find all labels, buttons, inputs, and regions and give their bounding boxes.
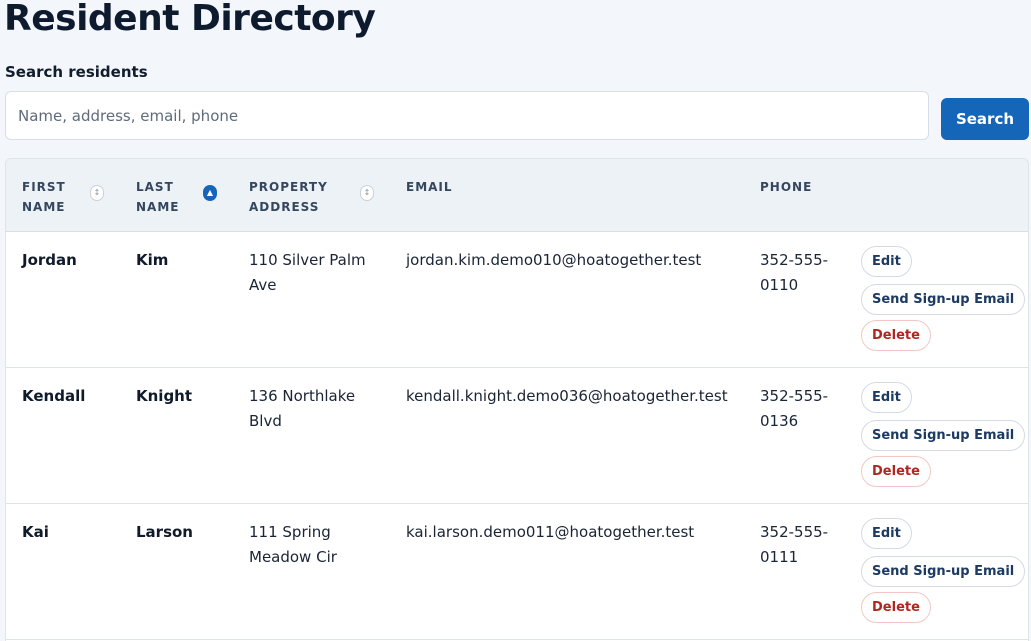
- edit-button[interactable]: Edit: [861, 382, 912, 413]
- column-header-last-name[interactable]: Last Name: [136, 177, 179, 217]
- delete-button[interactable]: Delete: [861, 592, 931, 623]
- edit-button[interactable]: Edit: [861, 246, 912, 277]
- table-header: First Name ↕ Last Name ▲ Property Addres…: [6, 159, 1028, 232]
- table-row: Kendall Knight 136 Northlake Blvd kendal…: [6, 368, 1028, 504]
- last-name-cell: Kim: [136, 251, 169, 269]
- resident-directory-page: Resident Directory Search residents Sear…: [0, 0, 1031, 641]
- address-cell: 136 Northlake Blvd: [249, 387, 356, 430]
- edit-button[interactable]: Edit: [861, 518, 912, 549]
- address-cell: 111 Spring Meadow Cir: [249, 523, 337, 566]
- table-row: Jordan Kim 110 Silver Palm Ave jordan.ki…: [6, 232, 1028, 368]
- send-signup-email-button[interactable]: Send Sign-up Email: [861, 284, 1026, 315]
- phone-cell: 352-555- 0136: [760, 387, 829, 430]
- phone-cell: 352-555- 0110: [760, 251, 829, 294]
- send-signup-email-button[interactable]: Send Sign-up Email: [861, 556, 1026, 587]
- last-name-cell: Larson: [136, 523, 193, 541]
- search-label: Search residents: [5, 63, 148, 81]
- first-name-cell: Kendall: [22, 387, 86, 405]
- table-row: Kai Larson 111 Spring Meadow Cir kai.lar…: [6, 504, 1028, 640]
- page-title: Resident Directory: [4, 0, 376, 39]
- email-cell: jordan.kim.demo010@hoatogether.test: [406, 251, 702, 269]
- column-header-first-name[interactable]: First Name: [22, 177, 66, 217]
- address-cell: 110 Silver Palm Ave: [249, 251, 366, 294]
- email-cell: kendall.knight.demo036@hoatogether.test: [406, 387, 728, 405]
- search-input[interactable]: [5, 91, 929, 140]
- first-name-cell: Kai: [22, 523, 49, 541]
- delete-button[interactable]: Delete: [861, 320, 931, 351]
- sort-ascending-icon[interactable]: ▲: [203, 185, 217, 201]
- send-signup-email-button[interactable]: Send Sign-up Email: [861, 420, 1026, 451]
- sort-neutral-icon[interactable]: ↕: [360, 185, 374, 201]
- search-button[interactable]: Search: [941, 98, 1029, 140]
- last-name-cell: Knight: [136, 387, 193, 405]
- first-name-cell: Jordan: [22, 251, 77, 269]
- sort-neutral-icon[interactable]: ↕: [90, 185, 104, 201]
- delete-button[interactable]: Delete: [861, 456, 931, 487]
- column-header-property-address[interactable]: Property Address: [249, 177, 328, 217]
- column-header-phone: Phone: [760, 180, 813, 194]
- phone-cell: 352-555- 0111: [760, 523, 829, 566]
- residents-table: First Name ↕ Last Name ▲ Property Addres…: [5, 158, 1029, 641]
- email-cell: kai.larson.demo011@hoatogether.test: [406, 523, 695, 541]
- column-header-email: Email: [406, 180, 453, 194]
